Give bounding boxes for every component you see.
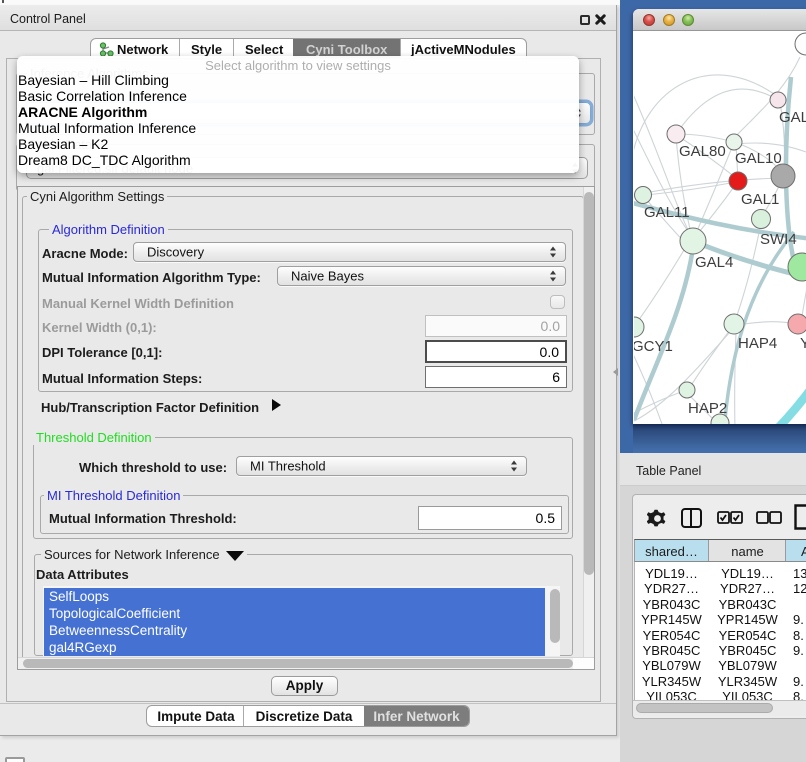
svg-text:HAP2: HAP2 [688, 400, 727, 417]
svg-text:GAL7: GAL7 [779, 109, 806, 126]
svg-text:GAL11: GAL11 [644, 204, 690, 221]
svg-text:GAL80: GAL80 [679, 143, 726, 160]
svg-text:HAP4: HAP4 [738, 335, 777, 352]
svg-text:GAL4: GAL4 [695, 254, 733, 271]
svg-text:GAL10: GAL10 [735, 150, 782, 167]
svg-text:GAL1: GAL1 [741, 191, 779, 208]
svg-text:SWI4: SWI4 [760, 231, 797, 248]
svg-text:GCY1: GCY1 [634, 338, 673, 355]
svg-text:Y: Y [800, 335, 806, 352]
